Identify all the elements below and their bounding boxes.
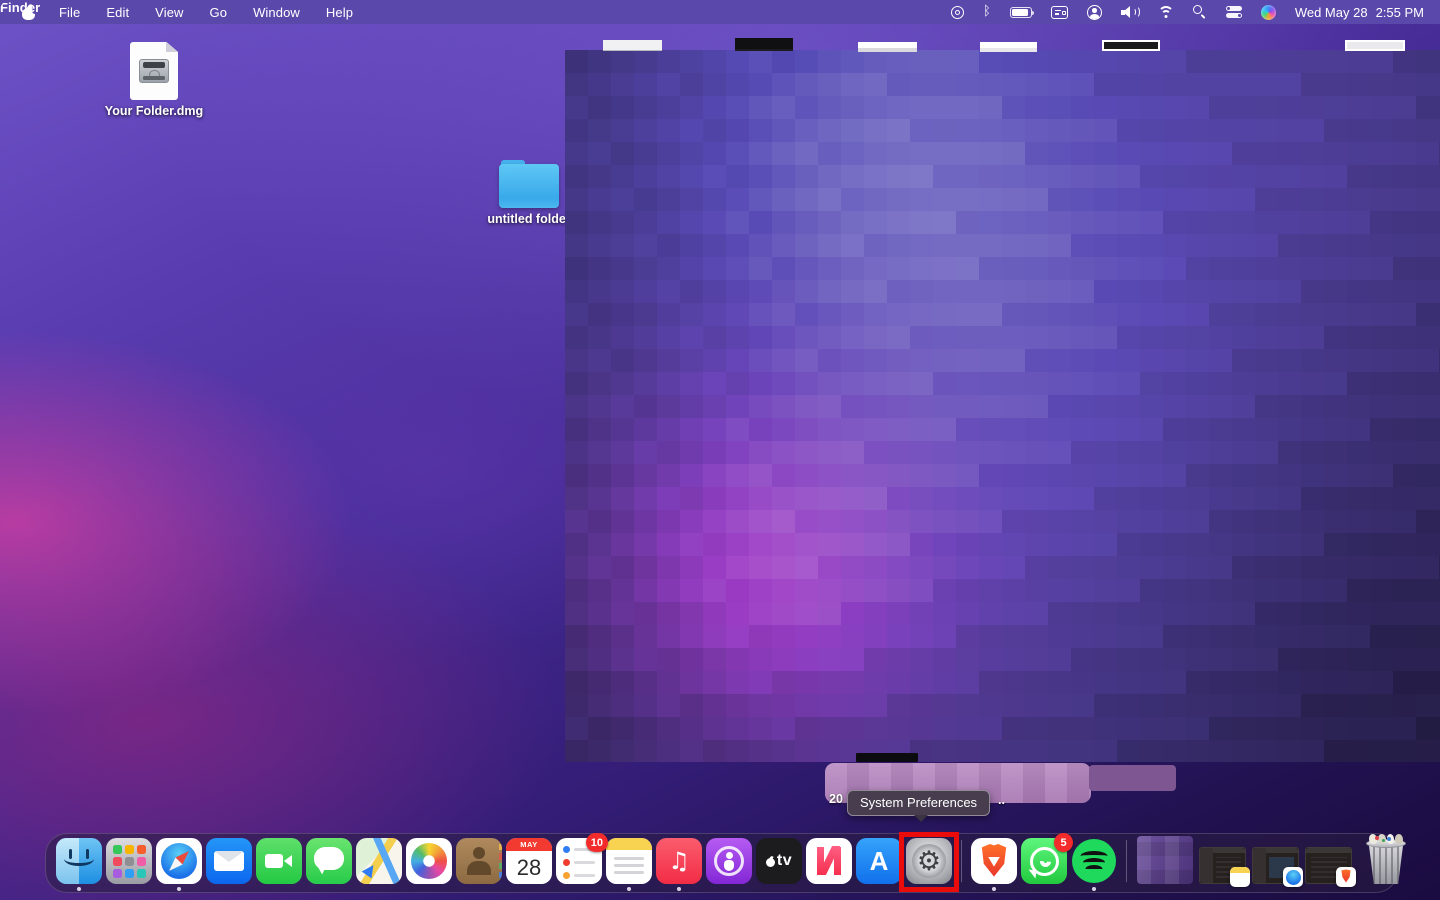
dock-app-contacts[interactable]	[456, 838, 502, 884]
wifi-icon[interactable]	[1158, 4, 1174, 20]
dock-app-notes[interactable]	[606, 838, 652, 884]
dmg-file-icon	[130, 42, 178, 100]
minimized-window-blurred[interactable]	[1137, 836, 1193, 884]
dock-separator	[1126, 840, 1127, 882]
minimized-window-notes[interactable]	[1199, 847, 1246, 884]
music-note-glyph: ♫	[668, 847, 690, 875]
dock-app-safari[interactable]	[156, 838, 202, 884]
finder-icon	[56, 838, 102, 884]
blurred-window-titlebar	[1345, 40, 1405, 51]
dock-app-appletv[interactable]: tv	[756, 838, 802, 884]
menu-bar: Finder File Edit View Go Window Help ᛒ W…	[0, 0, 1440, 24]
input-source-icon[interactable]	[1051, 4, 1068, 20]
dock-app-music[interactable]: ♫	[656, 838, 702, 884]
minimized-window-safari[interactable]	[1252, 847, 1299, 884]
dock-app-calendar[interactable]: MAY 28	[506, 838, 552, 884]
desktop-icon-label: Your Folder.dmg	[105, 104, 203, 118]
menu-item-finder[interactable]: Finder	[0, 0, 1440, 24]
dock-app-finder[interactable]	[56, 838, 102, 884]
calendar-month: MAY	[506, 838, 552, 851]
notification-badge: 10	[586, 833, 608, 852]
safari-badge-icon	[1283, 867, 1303, 887]
dock-app-mail[interactable]	[206, 838, 252, 884]
contacts-icon	[456, 838, 502, 884]
messages-icon	[306, 838, 352, 884]
notes-badge-icon	[1230, 867, 1250, 887]
blurred-fragment	[856, 753, 918, 762]
dock-app-maps[interactable]	[356, 838, 402, 884]
blurred-window-titlebar	[1102, 40, 1160, 51]
dock-app-messages[interactable]	[306, 838, 352, 884]
dock-separator	[961, 840, 962, 882]
news-icon	[806, 838, 852, 884]
dock: MAY 28 10 ♫ tv	[45, 833, 1398, 893]
blurred-fragment	[1089, 765, 1176, 791]
calendar-day: 28	[506, 851, 552, 884]
launchpad-icon	[106, 838, 152, 884]
notification-badge: 5	[1054, 833, 1073, 852]
user-account-icon[interactable]	[1087, 4, 1102, 20]
running-indicator	[677, 887, 681, 891]
obscured-desktop-label: ..	[998, 793, 1005, 807]
obscured-desktop-label: 20	[829, 792, 843, 806]
battery-icon[interactable]	[1010, 4, 1032, 20]
siri-icon[interactable]	[1261, 5, 1276, 20]
dock-trash[interactable]	[1363, 836, 1409, 884]
dock-app-podcasts[interactable]	[706, 838, 752, 884]
folder-icon	[499, 160, 559, 208]
control-center-icon[interactable]	[1226, 4, 1242, 20]
spotlight-icon[interactable]	[1193, 4, 1207, 20]
spotify-icon	[1071, 838, 1117, 884]
maps-icon	[356, 838, 402, 884]
minimized-window-brave[interactable]	[1305, 847, 1352, 884]
blurred-window-titlebar	[603, 40, 662, 51]
desktop-icon-label: untitled folder	[487, 212, 570, 226]
dock-app-system-preferences[interactable]: ⚙	[906, 838, 952, 884]
bluetooth-icon[interactable]: ᛒ	[983, 4, 991, 20]
app-store-icon: A	[856, 838, 902, 884]
running-indicator	[992, 887, 996, 891]
dock-app-brave[interactable]	[971, 838, 1017, 884]
dock-app-launchpad[interactable]	[106, 838, 152, 884]
safari-icon	[156, 838, 202, 884]
brave-icon	[971, 838, 1017, 884]
tooltip-system-preferences: System Preferences	[847, 790, 990, 816]
running-indicator	[177, 887, 181, 891]
running-indicator	[627, 887, 631, 891]
blurred-window-titlebar	[980, 42, 1037, 52]
blurred-window-titlebar	[735, 38, 793, 51]
mail-icon	[206, 838, 252, 884]
running-indicator	[1092, 887, 1096, 891]
blurred-region	[565, 50, 1440, 762]
volume-icon[interactable]	[1121, 4, 1139, 20]
dock-app-appstore[interactable]: A	[856, 838, 902, 884]
apple-tv-icon: tv	[756, 838, 802, 884]
screen-mirroring-icon[interactable]	[951, 4, 964, 20]
dock-app-facetime[interactable]	[256, 838, 302, 884]
tooltip-text: System Preferences	[860, 795, 977, 810]
calendar-icon: MAY 28	[506, 838, 552, 884]
desktop-icon-dmg[interactable]: Your Folder.dmg	[99, 42, 209, 118]
facetime-icon	[256, 838, 302, 884]
photos-icon	[406, 838, 452, 884]
tv-glyph: tv	[777, 852, 792, 870]
dock-app-whatsapp[interactable]: 5	[1021, 838, 1067, 884]
notes-icon	[606, 838, 652, 884]
blurred-window-titlebar	[858, 42, 917, 52]
appstore-glyph: A	[870, 846, 889, 877]
dock-app-news[interactable]	[806, 838, 852, 884]
brave-badge-icon	[1336, 867, 1356, 887]
podcasts-icon	[706, 838, 752, 884]
music-icon: ♫	[656, 838, 702, 884]
running-indicator	[77, 887, 81, 891]
dock-app-photos[interactable]	[406, 838, 452, 884]
dock-app-spotify[interactable]	[1071, 838, 1117, 884]
red-highlight-box	[899, 832, 959, 892]
dock-app-reminders[interactable]: 10	[556, 838, 602, 884]
